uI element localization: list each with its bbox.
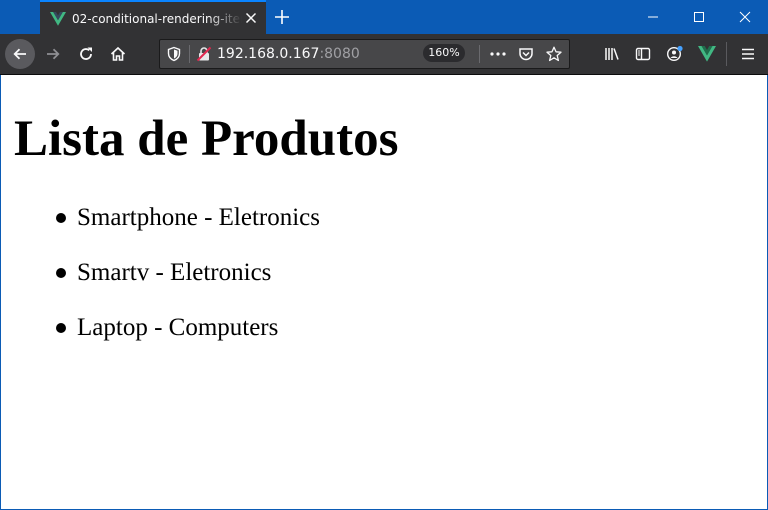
- bullet-icon: [56, 268, 66, 278]
- back-arrow-icon[interactable]: [5, 39, 35, 69]
- url-separator: [189, 45, 190, 63]
- product-label: Laptop - Computers: [77, 314, 279, 341]
- shield-icon[interactable]: [166, 46, 182, 62]
- product-label: Smartv - Eletronics: [77, 259, 272, 286]
- bullet-icon: [56, 213, 66, 223]
- product-label: Smartphone - Eletronics: [77, 204, 320, 231]
- toolbar-separator: [726, 42, 727, 66]
- list-item: Laptop - Computers: [1, 308, 320, 363]
- page-title: Lista de Produtos: [14, 111, 399, 167]
- zoom-level-badge[interactable]: 160%: [423, 44, 465, 62]
- plus-icon[interactable]: [270, 5, 294, 29]
- url-bar[interactable]: 192.168.0.167:8080 160%: [159, 39, 570, 69]
- reload-icon[interactable]: [71, 39, 101, 69]
- sidebar-icon[interactable]: [629, 40, 657, 68]
- library-icon[interactable]: [598, 40, 626, 68]
- pocket-icon[interactable]: [515, 44, 537, 64]
- minimize-icon[interactable]: [630, 0, 676, 34]
- maximize-icon[interactable]: [676, 0, 722, 34]
- bullet-icon: [56, 323, 66, 333]
- window-close-icon[interactable]: [722, 0, 768, 34]
- url-host: 192.168.0.167: [217, 46, 320, 62]
- account-icon[interactable]: [661, 40, 689, 68]
- star-icon[interactable]: [543, 44, 565, 64]
- tab-strip: 02-conditional-rendering-iteration: [0, 0, 768, 34]
- url-text[interactable]: 192.168.0.167:8080: [217, 44, 360, 64]
- list-item: Smartphone - Eletronics: [1, 198, 320, 253]
- insecure-lock-icon[interactable]: [196, 46, 212, 62]
- vue-logo-icon: [50, 11, 66, 26]
- vue-devtools-icon[interactable]: [693, 40, 721, 68]
- navigation-toolbar: 192.168.0.167:8080 160%: [0, 34, 768, 75]
- forward-arrow-icon[interactable]: [38, 39, 68, 69]
- active-tab[interactable]: 02-conditional-rendering-iteration: [40, 0, 266, 34]
- home-icon[interactable]: [103, 39, 133, 69]
- product-list: Smartphone - Eletronics Smartv - Eletron…: [1, 198, 320, 363]
- url-separator: [479, 45, 480, 63]
- url-port: :8080: [319, 46, 360, 62]
- list-item: Smartv - Eletronics: [1, 253, 320, 308]
- page-content: Lista de Produtos Smartphone - Eletronic…: [0, 75, 768, 510]
- more-icon[interactable]: [487, 44, 509, 64]
- tab-title: 02-conditional-rendering-iteration: [72, 12, 242, 26]
- close-icon[interactable]: [244, 11, 258, 25]
- hamburger-menu-icon[interactable]: [734, 40, 762, 68]
